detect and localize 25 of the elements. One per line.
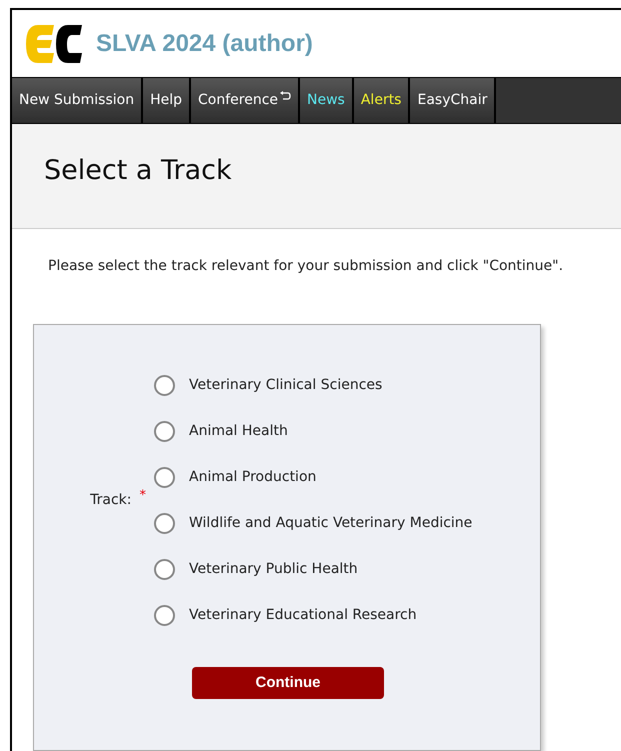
return-arrow-icon	[279, 90, 292, 102]
radio-button[interactable]	[154, 466, 175, 488]
track-option[interactable]: Veterinary Educational Research	[189, 604, 417, 626]
radio-button[interactable]	[154, 420, 175, 442]
radio-button[interactable]	[154, 558, 175, 580]
track-option[interactable]: Veterinary Public Health	[189, 558, 358, 580]
page-title: Select a Track	[44, 154, 232, 188]
nav-tab[interactable]: EasyChair	[410, 78, 496, 123]
instruction-text: Please select the track relevant for your submission and click "Continue".	[48, 257, 564, 276]
track-option[interactable]: Animal Production	[189, 466, 316, 488]
nav-tab[interactable]: Alerts	[354, 78, 410, 123]
nav-tab[interactable]: New Submission	[12, 78, 144, 123]
conference-title: SLVA 2024 (author)	[96, 28, 313, 58]
radio-button[interactable]	[154, 604, 175, 626]
nav-tab[interactable]: News	[300, 78, 354, 123]
track-label: Track:	[90, 490, 132, 510]
continue-button[interactable]: Continue	[192, 667, 384, 699]
nav-tab[interactable]: Conference	[191, 78, 300, 123]
track-option[interactable]: Animal Health	[189, 420, 288, 442]
track-option[interactable]: Wildlife and Aquatic Veterinary Medicine	[189, 512, 472, 534]
nav-tab[interactable]: Help	[143, 78, 191, 123]
track-option[interactable]: Veterinary Clinical Sciences	[189, 374, 382, 396]
radio-button[interactable]	[154, 374, 175, 396]
required-mark: *	[140, 487, 146, 506]
radio-button[interactable]	[154, 512, 175, 534]
